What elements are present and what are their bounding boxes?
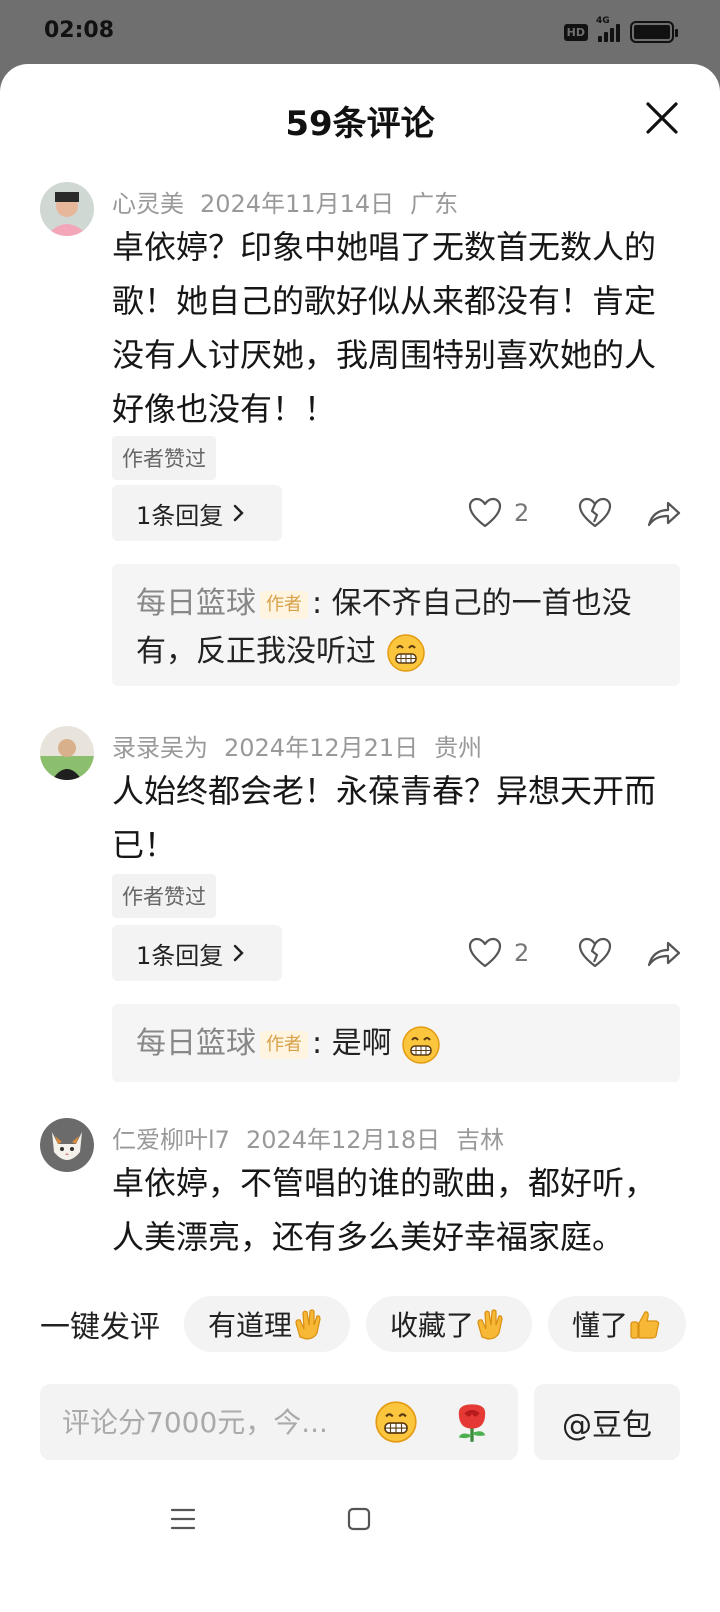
like-button[interactable]: 2 xyxy=(468,497,544,529)
quick-comment-chip[interactable]: 有道理 xyxy=(184,1296,351,1352)
avatar[interactable] xyxy=(40,726,94,780)
grinning-emoji-icon xyxy=(402,1025,440,1064)
reply-author[interactable]: 每日篮球 xyxy=(136,586,256,621)
dislike-button[interactable] xyxy=(578,937,612,969)
quick-comment-bar: 一键发评 有道理 收藏了 懂了 xyxy=(0,1286,720,1362)
emoji-picker-icon[interactable] xyxy=(374,1400,418,1444)
like-button[interactable]: 2 xyxy=(468,937,544,969)
quick-comment-label: 一键发评 xyxy=(40,1310,160,1345)
like-count: 2 xyxy=(514,499,530,527)
comment-location: 贵州 xyxy=(434,734,483,762)
comment-input-row: @豆包 xyxy=(0,1384,720,1460)
dislike-button[interactable] xyxy=(578,497,612,529)
menu-icon[interactable] xyxy=(170,1506,196,1532)
expand-replies-button[interactable]: 1条回复 xyxy=(112,485,282,541)
thumbs-up-icon xyxy=(630,1311,660,1339)
quick-comment-chip[interactable]: 懂了 xyxy=(548,1296,687,1352)
system-nav-bar xyxy=(0,1484,720,1554)
comment-location: 广东 xyxy=(410,190,459,218)
chevron-right-icon xyxy=(234,944,244,962)
broken-heart-icon xyxy=(578,937,612,968)
reply-text: : 是啊 xyxy=(312,1026,392,1061)
author-liked-badge: 作者赞过 xyxy=(112,874,216,918)
reply-author[interactable]: 每日篮球 xyxy=(136,1026,256,1061)
comment-date: 2024年11月14日 xyxy=(200,190,395,218)
sheet-title: 59条评论 xyxy=(285,104,435,144)
home-square-icon[interactable] xyxy=(346,1506,372,1532)
heart-icon xyxy=(468,497,502,528)
comment-meta: 仁爱柳叶l7 2024年12月18日 吉林 xyxy=(112,1120,504,1155)
rose-icon[interactable] xyxy=(450,1400,494,1444)
comment-actions: 2 xyxy=(468,485,682,541)
mention-doubao-button[interactable]: @豆包 xyxy=(534,1384,680,1460)
grinning-emoji-icon xyxy=(386,633,425,672)
share-icon xyxy=(647,501,681,527)
comment-date: 2024年12月21日 xyxy=(224,734,419,762)
comment-meta: 录录吴为 2024年12月21日 贵州 xyxy=(112,728,482,763)
share-button[interactable] xyxy=(646,498,682,528)
reply-preview[interactable]: 每日篮球 作者: 是啊 xyxy=(112,1004,680,1082)
comment-date: 2024年12月18日 xyxy=(245,1126,441,1154)
comment-text[interactable]: 卓依婷？印象中她唱了无数首无数人的歌！她自己的歌好似从来都没有！肯定没有人讨厌她… xyxy=(112,220,672,436)
avatar[interactable] xyxy=(40,1118,94,1172)
clapping-hands-icon xyxy=(477,1309,503,1340)
broken-heart-icon xyxy=(578,497,612,528)
reply-count-label: 1条回复 xyxy=(136,501,224,530)
status-icons: HD 4G xyxy=(563,16,678,44)
comment-item: 录录吴为 2024年12月21日 贵州 人始终都会老！永葆青春？异想天开而已！ 作者… xyxy=(0,726,720,1126)
chevron-right-icon xyxy=(234,504,244,522)
share-button[interactable] xyxy=(646,938,682,968)
network-type: 4G xyxy=(596,16,610,26)
comment-author[interactable]: 心灵美 xyxy=(112,190,184,218)
comment-input-box[interactable] xyxy=(40,1384,518,1460)
sheet-header: 59条评论 xyxy=(0,64,720,180)
author-liked-badge: 作者赞过 xyxy=(112,436,216,480)
expand-replies-button[interactable]: 1条回复 xyxy=(112,925,282,981)
clapping-hands-icon xyxy=(295,1309,321,1340)
comment-list[interactable]: 心灵美 2024年11月14日 广东 卓依婷？印象中她唱了无数首无数人的歌！她自己的… xyxy=(0,180,720,1350)
author-tag: 作者 xyxy=(260,590,308,619)
avatar[interactable] xyxy=(40,182,94,236)
author-tag: 作者 xyxy=(260,1030,308,1059)
close-icon[interactable] xyxy=(640,96,684,140)
battery-icon xyxy=(630,21,678,43)
comment-author[interactable]: 录录吴为 xyxy=(112,734,208,762)
reply-count-label: 1条回复 xyxy=(136,941,224,970)
comment-sheet: 59条评论 心灵美 2024年11月14日 广东 卓依婷？印象中她唱了无数首无数人的… xyxy=(0,64,720,1612)
comment-text[interactable]: 卓依婷，不管唱的谁的歌曲，都好听，人美漂亮，还有多么美好幸福家庭。 xyxy=(112,1156,672,1264)
like-count: 2 xyxy=(514,939,530,967)
status-bar: 02:08 HD 4G xyxy=(0,0,720,64)
share-icon xyxy=(647,941,681,967)
status-time: 02:08 xyxy=(44,18,115,43)
comment-author[interactable]: 仁爱柳叶l7 xyxy=(112,1126,230,1154)
comment-text[interactable]: 人始终都会老！永葆青春？异想天开而已！ xyxy=(112,764,672,872)
hd-badge: HD xyxy=(563,23,588,41)
comment-location: 吉林 xyxy=(456,1126,505,1154)
heart-icon xyxy=(468,937,502,968)
comment-input[interactable] xyxy=(62,1398,352,1446)
signal-icon: 4G xyxy=(596,16,620,42)
comment-actions: 2 xyxy=(468,925,682,981)
quick-comment-chip[interactable]: 收藏了 xyxy=(366,1296,533,1352)
reply-preview[interactable]: 每日篮球 作者: 保不齐自己的一首也没有，反正我没听过 xyxy=(112,564,680,686)
comment-item: 心灵美 2024年11月14日 广东 卓依婷？印象中她唱了无数首无数人的歌！她自己的… xyxy=(0,180,720,720)
comment-meta: 心灵美 2024年11月14日 广东 xyxy=(112,184,458,219)
